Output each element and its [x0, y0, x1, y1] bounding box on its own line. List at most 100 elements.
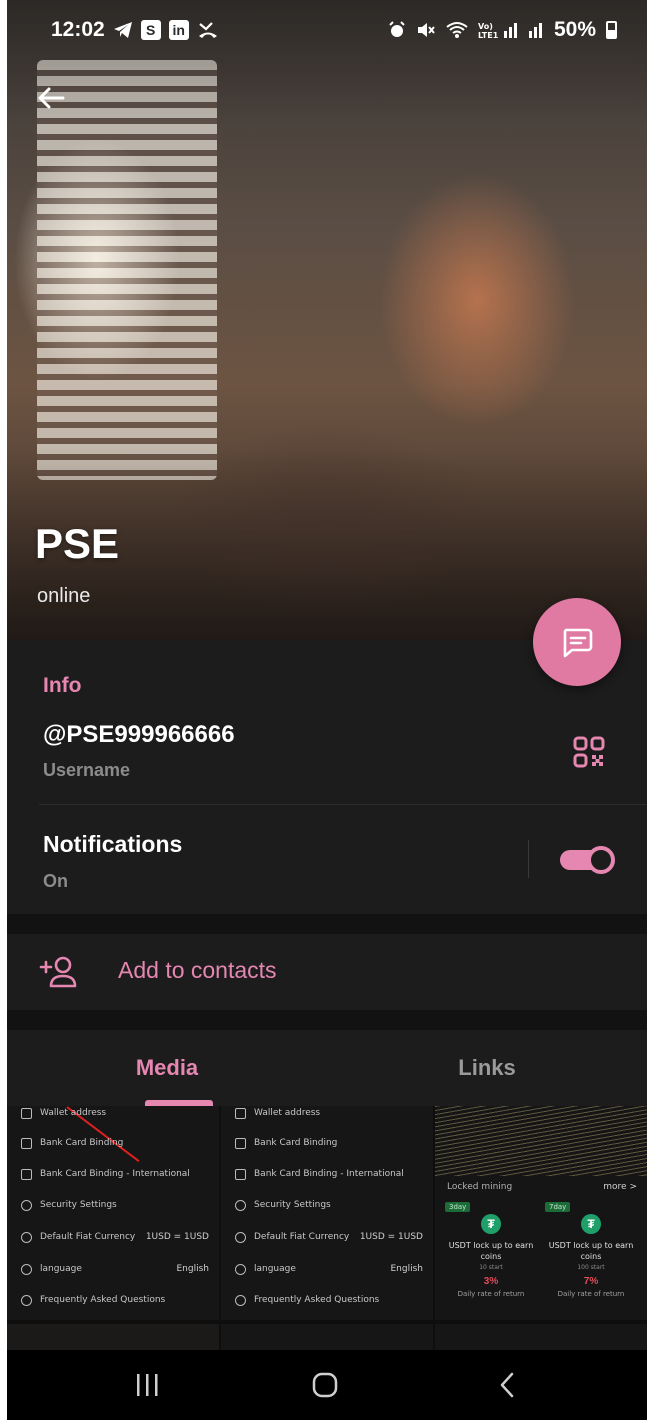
mining-card-rate-label: Daily rate of return: [557, 1290, 625, 1298]
settings-row: Default Fiat Currency 1USD = 1USD: [21, 1224, 209, 1250]
add-to-contacts-button[interactable]: Add to contacts: [7, 934, 647, 1010]
alarm-icon: [388, 21, 406, 39]
shield-icon: [21, 1199, 32, 1211]
wallet-icon: [21, 1107, 32, 1119]
notifications-state: On: [43, 871, 68, 891]
mining-card-rate: 7%: [583, 1276, 599, 1287]
lte-signal-icon: Vo) LTE1: [478, 21, 518, 39]
currency-icon: [235, 1231, 246, 1243]
media-thumbnail[interactable]: Locked mining more > 3day ₮ USDT lock up…: [435, 1106, 647, 1320]
info-card: Info @PSE999966666 Username Notification…: [7, 640, 647, 914]
settings-row-label: Bank Card Binding: [40, 1138, 124, 1148]
notifications-toggle[interactable]: [560, 844, 616, 876]
status-time: 12:02: [51, 18, 105, 41]
mining-card-rate-label: Daily rate of return: [457, 1290, 525, 1298]
settings-row-label: Default Fiat Currency: [40, 1232, 136, 1242]
settings-row: Bank Card Binding - International: [235, 1161, 423, 1187]
home-icon: [312, 1372, 338, 1398]
settings-row-value: 1USD = 1USD: [145, 1232, 209, 1242]
settings-row: Security Settings: [21, 1192, 209, 1218]
qr-code-button[interactable]: [569, 732, 609, 772]
media-thumbnail-partial[interactable]: [435, 1324, 647, 1350]
mining-more-link: more >: [603, 1182, 637, 1192]
question-icon: [21, 1294, 32, 1306]
language-icon: [235, 1263, 246, 1275]
settings-row-label: Bank Card Binding - International: [254, 1169, 404, 1179]
tab-media[interactable]: Media: [7, 1030, 327, 1106]
settings-row: Bank Card Binding: [21, 1130, 209, 1156]
media-thumbnail-partial[interactable]: [221, 1324, 433, 1350]
settings-row-label: language: [254, 1264, 296, 1274]
info-divider: [39, 804, 647, 805]
signal-icon: [528, 21, 544, 39]
missed-call-icon: [197, 20, 219, 40]
media-thumbnail[interactable]: Wallet address Bank Card Binding Bank Ca…: [221, 1106, 433, 1320]
settings-row: Frequently Asked Questions: [235, 1287, 423, 1313]
media-thumbnail[interactable]: Wallet address Bank Card Binding Bank Ca…: [7, 1106, 219, 1320]
card-icon: [21, 1168, 32, 1180]
usdt-coin-icon: ₮: [581, 1214, 601, 1234]
settings-row: Bank Card Binding - International: [21, 1161, 209, 1187]
mining-card-tag: 3day: [445, 1202, 471, 1212]
toggle-thumb: [587, 846, 615, 874]
profile-status: online: [37, 585, 91, 607]
mining-header: Locked mining: [447, 1182, 513, 1192]
settings-row-value: English: [176, 1264, 210, 1274]
mining-card-start: 100 start: [577, 1264, 605, 1271]
notifications-separator: [528, 840, 529, 878]
settings-row-label: Bank Card Binding - International: [40, 1169, 190, 1179]
tab-links[interactable]: Links: [327, 1030, 647, 1106]
mining-card-tag: 7day: [545, 1202, 571, 1212]
card-icon: [235, 1137, 246, 1149]
media-thumbnail-partial[interactable]: [7, 1324, 219, 1350]
settings-row: Frequently Asked Questions: [21, 1287, 209, 1313]
s-app-icon: S: [140, 20, 161, 40]
mining-card: 7day ₮ USDT lock up to earn coins 100 st…: [543, 1202, 639, 1308]
add-person-icon: [39, 956, 77, 988]
card-icon: [235, 1168, 246, 1180]
settings-row: Bank Card Binding: [235, 1130, 423, 1156]
status-system-icons: Vo) LTE1 50%: [388, 18, 617, 42]
mute-icon: [416, 21, 436, 39]
info-section-title: Info: [43, 674, 82, 697]
qr-code-icon: [573, 736, 605, 768]
settings-row-label: Wallet address: [254, 1108, 321, 1118]
message-fab-button[interactable]: [533, 598, 621, 686]
settings-row-value: English: [390, 1264, 424, 1274]
system-navigation-bar: [7, 1350, 647, 1420]
username-value[interactable]: @PSE999966666: [43, 721, 235, 749]
recents-button[interactable]: [87, 1350, 207, 1420]
settings-row-label: Wallet address: [40, 1108, 107, 1118]
battery-icon: [606, 21, 617, 39]
settings-row-label: Security Settings: [254, 1200, 331, 1210]
mining-card-title: USDT lock up to earn coins: [548, 1241, 634, 1261]
notifications-title[interactable]: Notifications: [43, 831, 182, 858]
language-icon: [21, 1263, 32, 1275]
mining-card-rate: 3%: [483, 1276, 499, 1287]
settings-row-label: language: [40, 1264, 82, 1274]
status-bar: 12:02 S in Vo) LTE1 50%: [7, 0, 647, 60]
question-icon: [235, 1294, 246, 1306]
add-to-contacts-label: Add to contacts: [118, 957, 277, 983]
wifi-icon: [446, 21, 468, 39]
mining-card: 3day ₮ USDT lock up to earn coins 10 sta…: [443, 1202, 539, 1308]
usdt-coin-icon: ₮: [481, 1214, 501, 1234]
settings-row-label: Default Fiat Currency: [254, 1232, 350, 1242]
media-grid: Wallet address Bank Card Binding Bank Ca…: [7, 1106, 647, 1350]
svg-text:Vo): Vo): [478, 22, 493, 31]
telegram-icon: [113, 21, 133, 39]
card-icon: [21, 1137, 32, 1149]
recents-icon: [137, 1374, 158, 1396]
status-notification-icons: S in: [113, 20, 219, 40]
chevron-back-icon: [500, 1372, 514, 1398]
settings-row: Wallet address: [21, 1106, 209, 1126]
username-label: Username: [43, 760, 131, 780]
battery-percent: 50%: [553, 18, 596, 41]
settings-row-value: 1USD = 1USD: [359, 1232, 423, 1242]
arrow-left-icon: [38, 87, 65, 109]
home-button[interactable]: [265, 1350, 385, 1420]
settings-row-label: Security Settings: [40, 1200, 117, 1210]
nav-back-button[interactable]: [447, 1350, 567, 1420]
back-button[interactable]: [33, 80, 69, 116]
linkedin-icon: in: [168, 20, 189, 40]
